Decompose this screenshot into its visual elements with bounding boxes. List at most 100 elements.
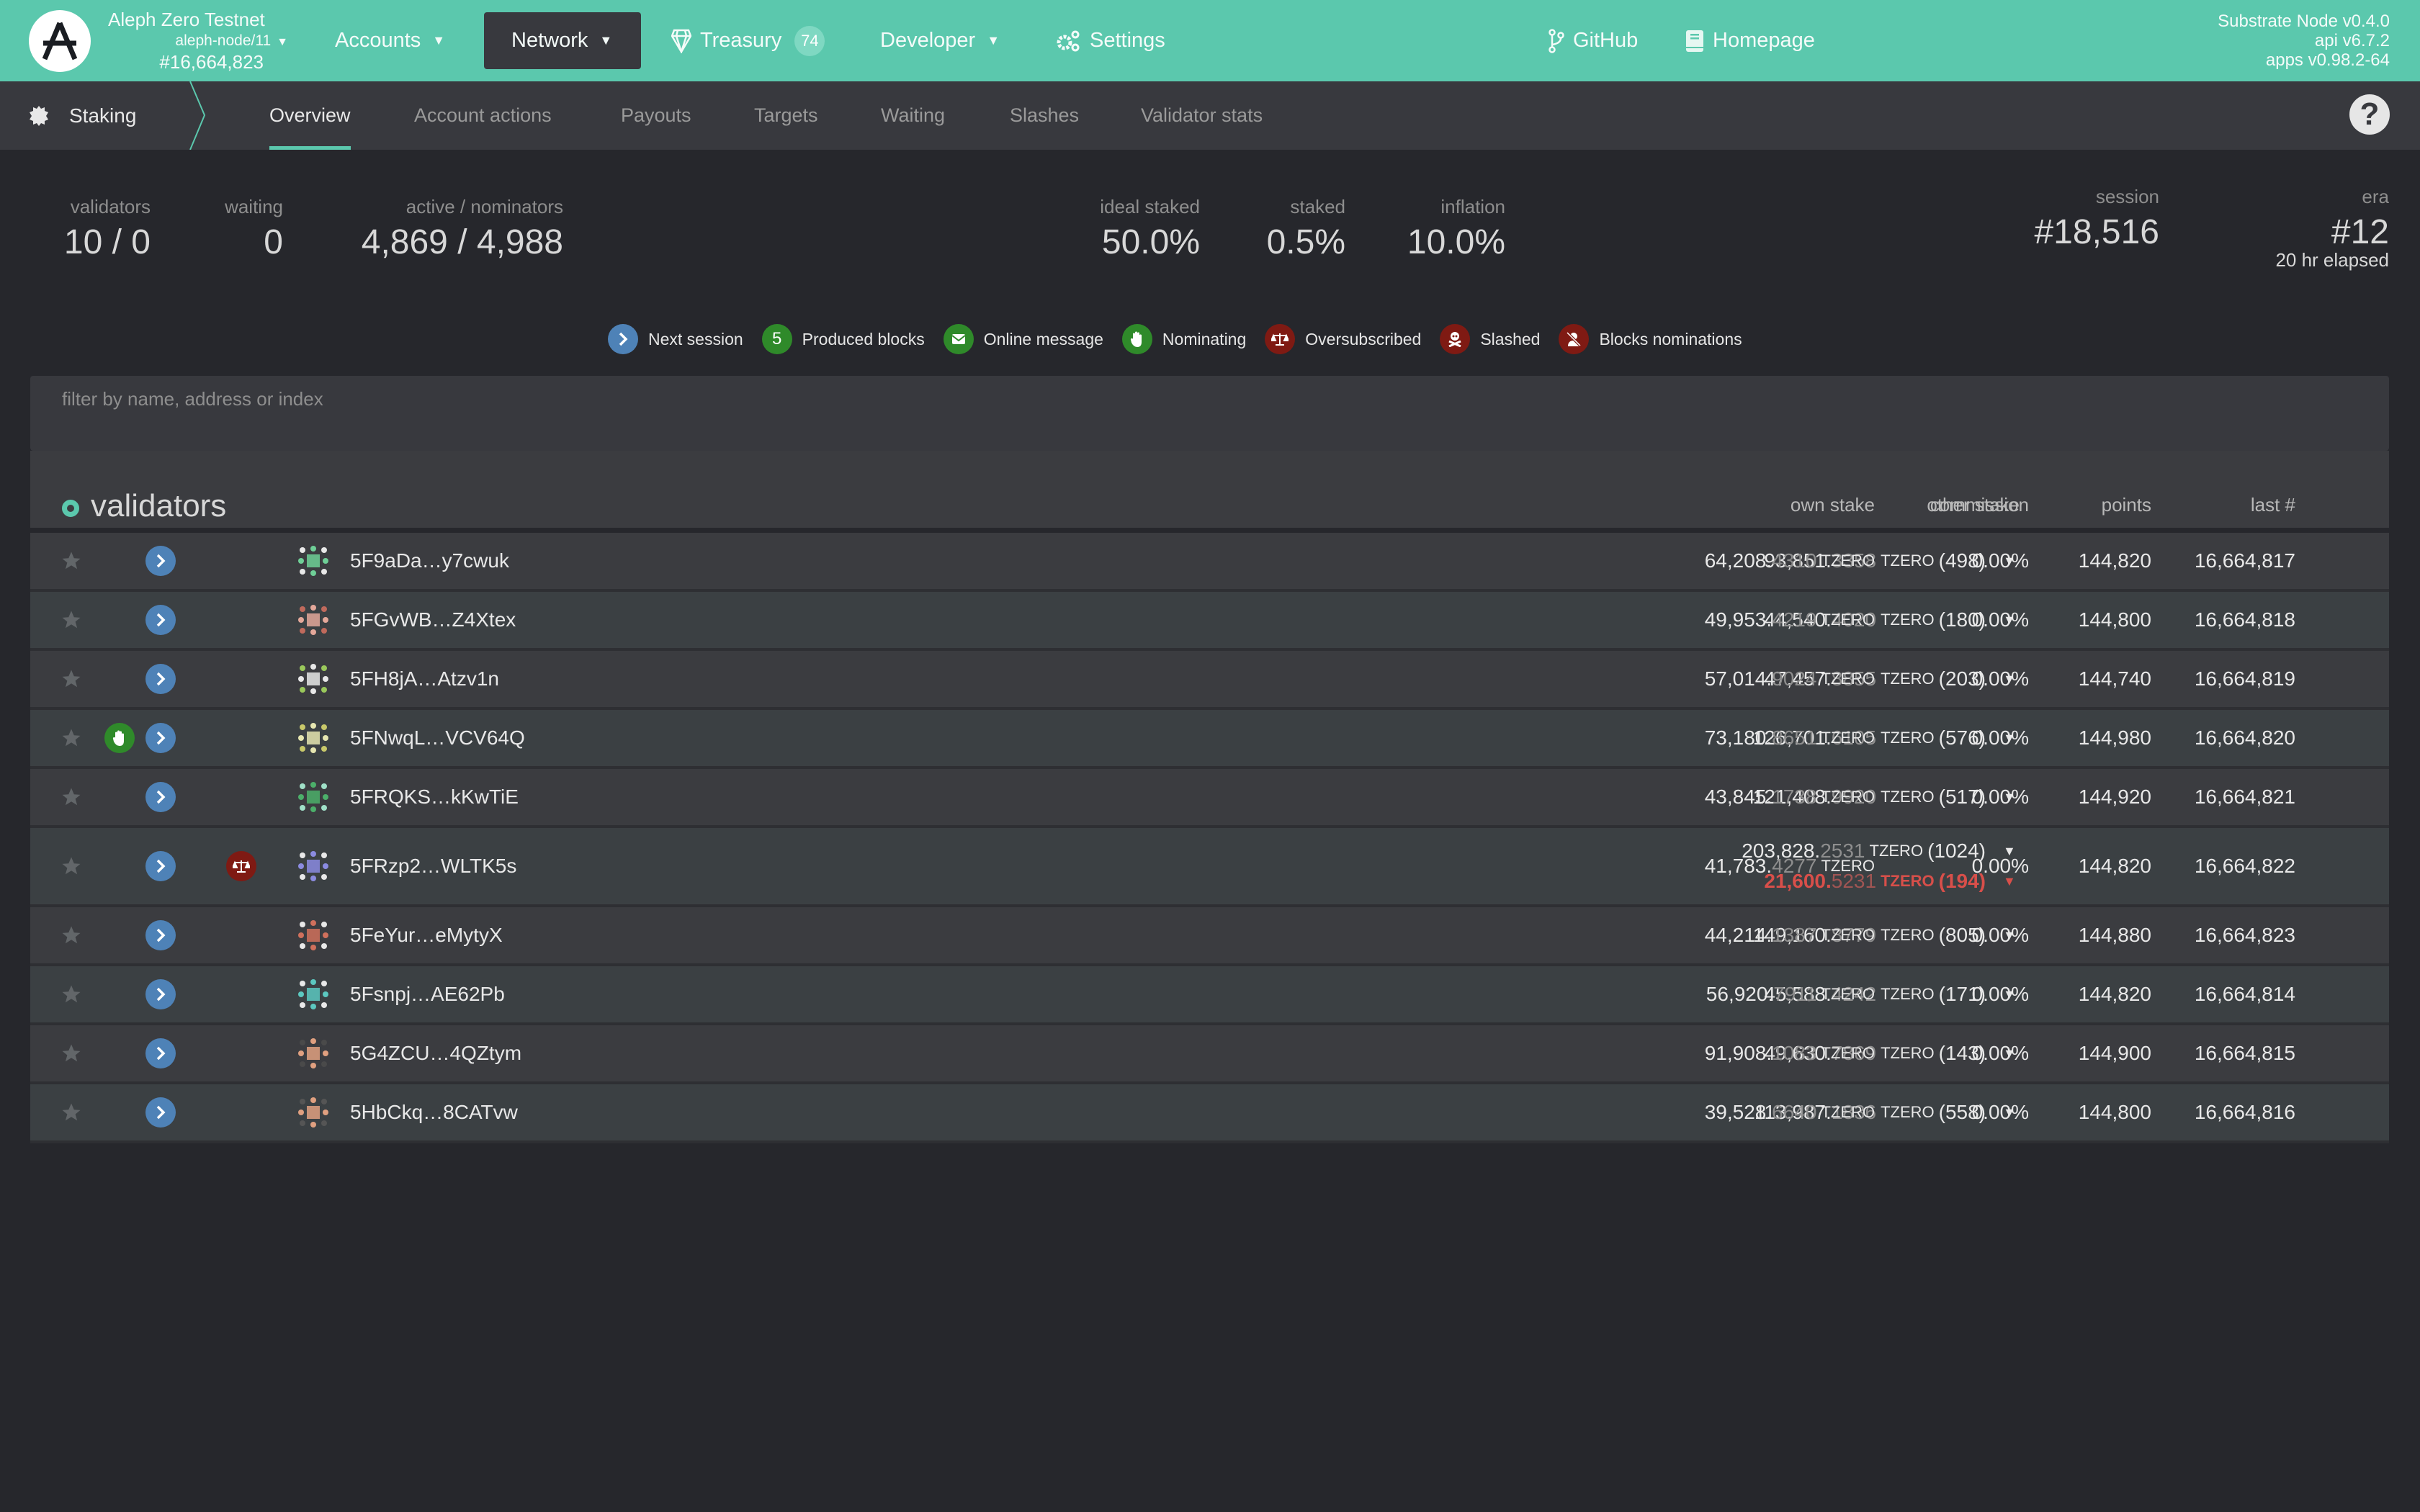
identicon-avatar[interactable] — [298, 1084, 328, 1140]
nav-network[interactable]: Network ▼ — [484, 12, 642, 69]
chain-selector[interactable]: Aleph Zero Testnet aleph-node/11 ▼ #16,66… — [108, 9, 288, 73]
validator-address[interactable]: 5G4ZCU…4QZtym — [350, 1025, 521, 1081]
identicon-avatar[interactable] — [298, 1025, 328, 1081]
favorite-star-icon[interactable] — [60, 966, 82, 1022]
col-own-stake[interactable]: own stake — [1791, 494, 1875, 516]
best-block-number: #16,664,823 — [159, 51, 264, 73]
favorite-star-icon[interactable] — [60, 592, 82, 648]
identicon-avatar[interactable] — [298, 907, 328, 963]
legend-label: Online message — [983, 329, 1103, 348]
favorite-star-icon[interactable] — [60, 1025, 82, 1081]
nav-accounts[interactable]: Accounts ▼ — [335, 0, 445, 81]
help-button[interactable]: ? — [2349, 94, 2390, 135]
validator-address[interactable]: 5FH8jA…Atzv1n — [350, 651, 499, 707]
identicon-avatar[interactable] — [298, 651, 328, 707]
favorite-star-icon[interactable] — [60, 828, 82, 904]
validator-address[interactable]: 5FRQKS…kKwTiE — [350, 769, 519, 825]
chevron-right-icon — [145, 664, 176, 694]
tab-waiting[interactable]: Waiting — [881, 81, 945, 150]
table-row[interactable]: 5HbCkq…8CATvw 113,987. 1836 TZERO (558) ▼ 39… — [30, 1084, 2389, 1143]
tab-slashes[interactable]: Slashes — [1010, 81, 1079, 150]
favorite-star-icon[interactable] — [60, 651, 82, 707]
chevron-right-icon — [145, 1097, 176, 1128]
own-stake-cell: 44,214. 1387 TZERO — [1705, 907, 1875, 963]
own-stake-integer: 41,783. — [1704, 855, 1773, 877]
table-row[interactable]: 5F9aDa…y7cwuk 93,851. 3358 TZERO (498) ▼ 64,… — [30, 533, 2389, 592]
stake-unit: TZERO — [1881, 788, 1935, 806]
nav-developer[interactable]: Developer ▼ — [880, 0, 1000, 81]
col-points[interactable]: points — [2102, 494, 2151, 516]
own-stake-decimal: 1387 — [1772, 924, 1817, 946]
tab-targets[interactable]: Targets — [754, 81, 818, 150]
chevron-down-icon: ▼ — [987, 33, 1000, 48]
table-row[interactable]: 5FNwqL…VCV64Q 126,701. 6105 TZERO (576) ▼ 73… — [30, 710, 2389, 769]
top-header: Aleph Zero Testnet aleph-node/11 ▼ #16,66… — [0, 0, 2420, 81]
validator-address-label: 5FRQKS…kKwTiE — [350, 786, 519, 808]
nav-treasury[interactable]: Treasury 74 — [671, 0, 825, 81]
table-row[interactable]: 5G4ZCU…4QZtym 49,630. 7869 TZERO (143) ▼ 91,… — [30, 1025, 2389, 1084]
validator-address[interactable]: 5FNwqL…VCV64Q — [350, 710, 525, 766]
summary-staked: staked 0.5% — [1267, 196, 1345, 262]
validator-address[interactable]: 5Fsnpj…AE62Pb — [350, 966, 505, 1022]
table-row[interactable]: 5Fsnpj…AE62Pb 45,588. 4242 TZERO (171) ▼ 56,… — [30, 966, 2389, 1025]
identicon-avatar[interactable] — [298, 592, 328, 648]
col-commission[interactable]: commission — [1930, 494, 2029, 516]
aleph-zero-logo[interactable] — [29, 10, 91, 72]
chain-name: Aleph Zero Testnet — [108, 9, 265, 30]
own-stake-decimal: 4277 — [1772, 855, 1817, 877]
favorite-star-icon[interactable] — [60, 533, 82, 589]
tab-validator-stats[interactable]: Validator stats — [1141, 81, 1263, 150]
legend-label: Next session — [648, 329, 743, 348]
validator-address[interactable]: 5HbCkq…8CATvw — [350, 1084, 518, 1140]
filter-input[interactable] — [30, 376, 2389, 422]
next-session-badge — [145, 966, 176, 1022]
own-stake-unit: TZERO — [1821, 857, 1875, 875]
breadcrumb-separator — [189, 81, 206, 150]
identicon-avatar[interactable] — [298, 966, 328, 1022]
identicon-avatar[interactable] — [298, 769, 328, 825]
own-stake-unit: TZERO — [1821, 552, 1875, 570]
tab-overview[interactable]: Overview — [269, 81, 351, 150]
own-stake-integer: 91,908. — [1704, 1042, 1773, 1064]
commission-cell: 0.00% — [1971, 786, 2029, 808]
validator-address[interactable]: 5FRzp2…WLTK5s — [350, 828, 516, 904]
table-row[interactable]: 5FGvWB…Z4Xtex 44,540. 4020 TZERO (180) ▼ 49,… — [30, 592, 2389, 651]
chevron-right-icon — [145, 546, 176, 576]
validator-address[interactable]: 5FeYur…eMytyX — [350, 907, 503, 963]
favorite-star-icon[interactable] — [60, 907, 82, 963]
identicon-avatar[interactable] — [298, 710, 328, 766]
table-row[interactable]: 5FeYur…eMytyX 149,160. 8779 TZERO (805) ▼ 44… — [30, 907, 2389, 966]
github-link[interactable]: GitHub — [1549, 0, 1638, 81]
nominators-label: active / nominators — [405, 196, 563, 217]
stake-unit: TZERO — [1881, 872, 1935, 890]
nav-settings[interactable]: Settings — [1055, 0, 1165, 81]
homepage-link[interactable]: Homepage — [1685, 0, 1815, 81]
favorite-star-icon[interactable] — [60, 1084, 82, 1140]
own-stake-integer: 49,953. — [1704, 608, 1773, 631]
identicon-avatar[interactable] — [298, 533, 328, 589]
validator-address-label: 5FH8jA…Atzv1n — [350, 667, 499, 690]
col-last-block[interactable]: last # — [2251, 494, 2295, 516]
own-stake-integer: 44,214. — [1704, 924, 1773, 946]
ideal-staked-label: ideal staked — [1100, 196, 1200, 217]
node-name: aleph-node/11 ▼ — [108, 32, 288, 50]
validator-address[interactable]: 5F9aDa…y7cwuk — [350, 533, 509, 589]
commission-cell: 0.00% — [1971, 608, 2029, 631]
envelope-icon — [943, 324, 974, 354]
tab-payouts[interactable]: Payouts — [621, 81, 691, 150]
favorite-star-icon[interactable] — [60, 769, 82, 825]
table-row[interactable]: 5FRzp2…WLTK5s 203,828. 2531 TZERO (1024) ▼ 2… — [30, 828, 2389, 907]
tab-account-actions[interactable]: Account actions — [414, 81, 552, 150]
own-stake-cell: 57,014. 9024 TZERO — [1705, 651, 1875, 707]
chevron-right-icon — [145, 979, 176, 1009]
identicon-avatar[interactable] — [298, 828, 328, 904]
validator-address[interactable]: 5FGvWB…Z4Xtex — [350, 592, 516, 648]
favorite-star-icon[interactable] — [60, 710, 82, 766]
table-row[interactable]: 5FRQKS…kKwTiE 121,408. 9920 TZERO (517) ▼ 43… — [30, 769, 2389, 828]
chevron-down-icon: ▼ — [277, 36, 288, 48]
tab-validator-stats-label: Validator stats — [1141, 104, 1263, 126]
table-row[interactable]: 5FH8jA…Atzv1n 47,457. 8855 TZERO (203) ▼ 57,… — [30, 651, 2389, 710]
legend-online-message: Online message — [943, 324, 1103, 354]
own-stake-unit: TZERO — [1821, 985, 1875, 1003]
summary-nominators: active / nominators 4,869 / 4,988 — [362, 196, 563, 262]
